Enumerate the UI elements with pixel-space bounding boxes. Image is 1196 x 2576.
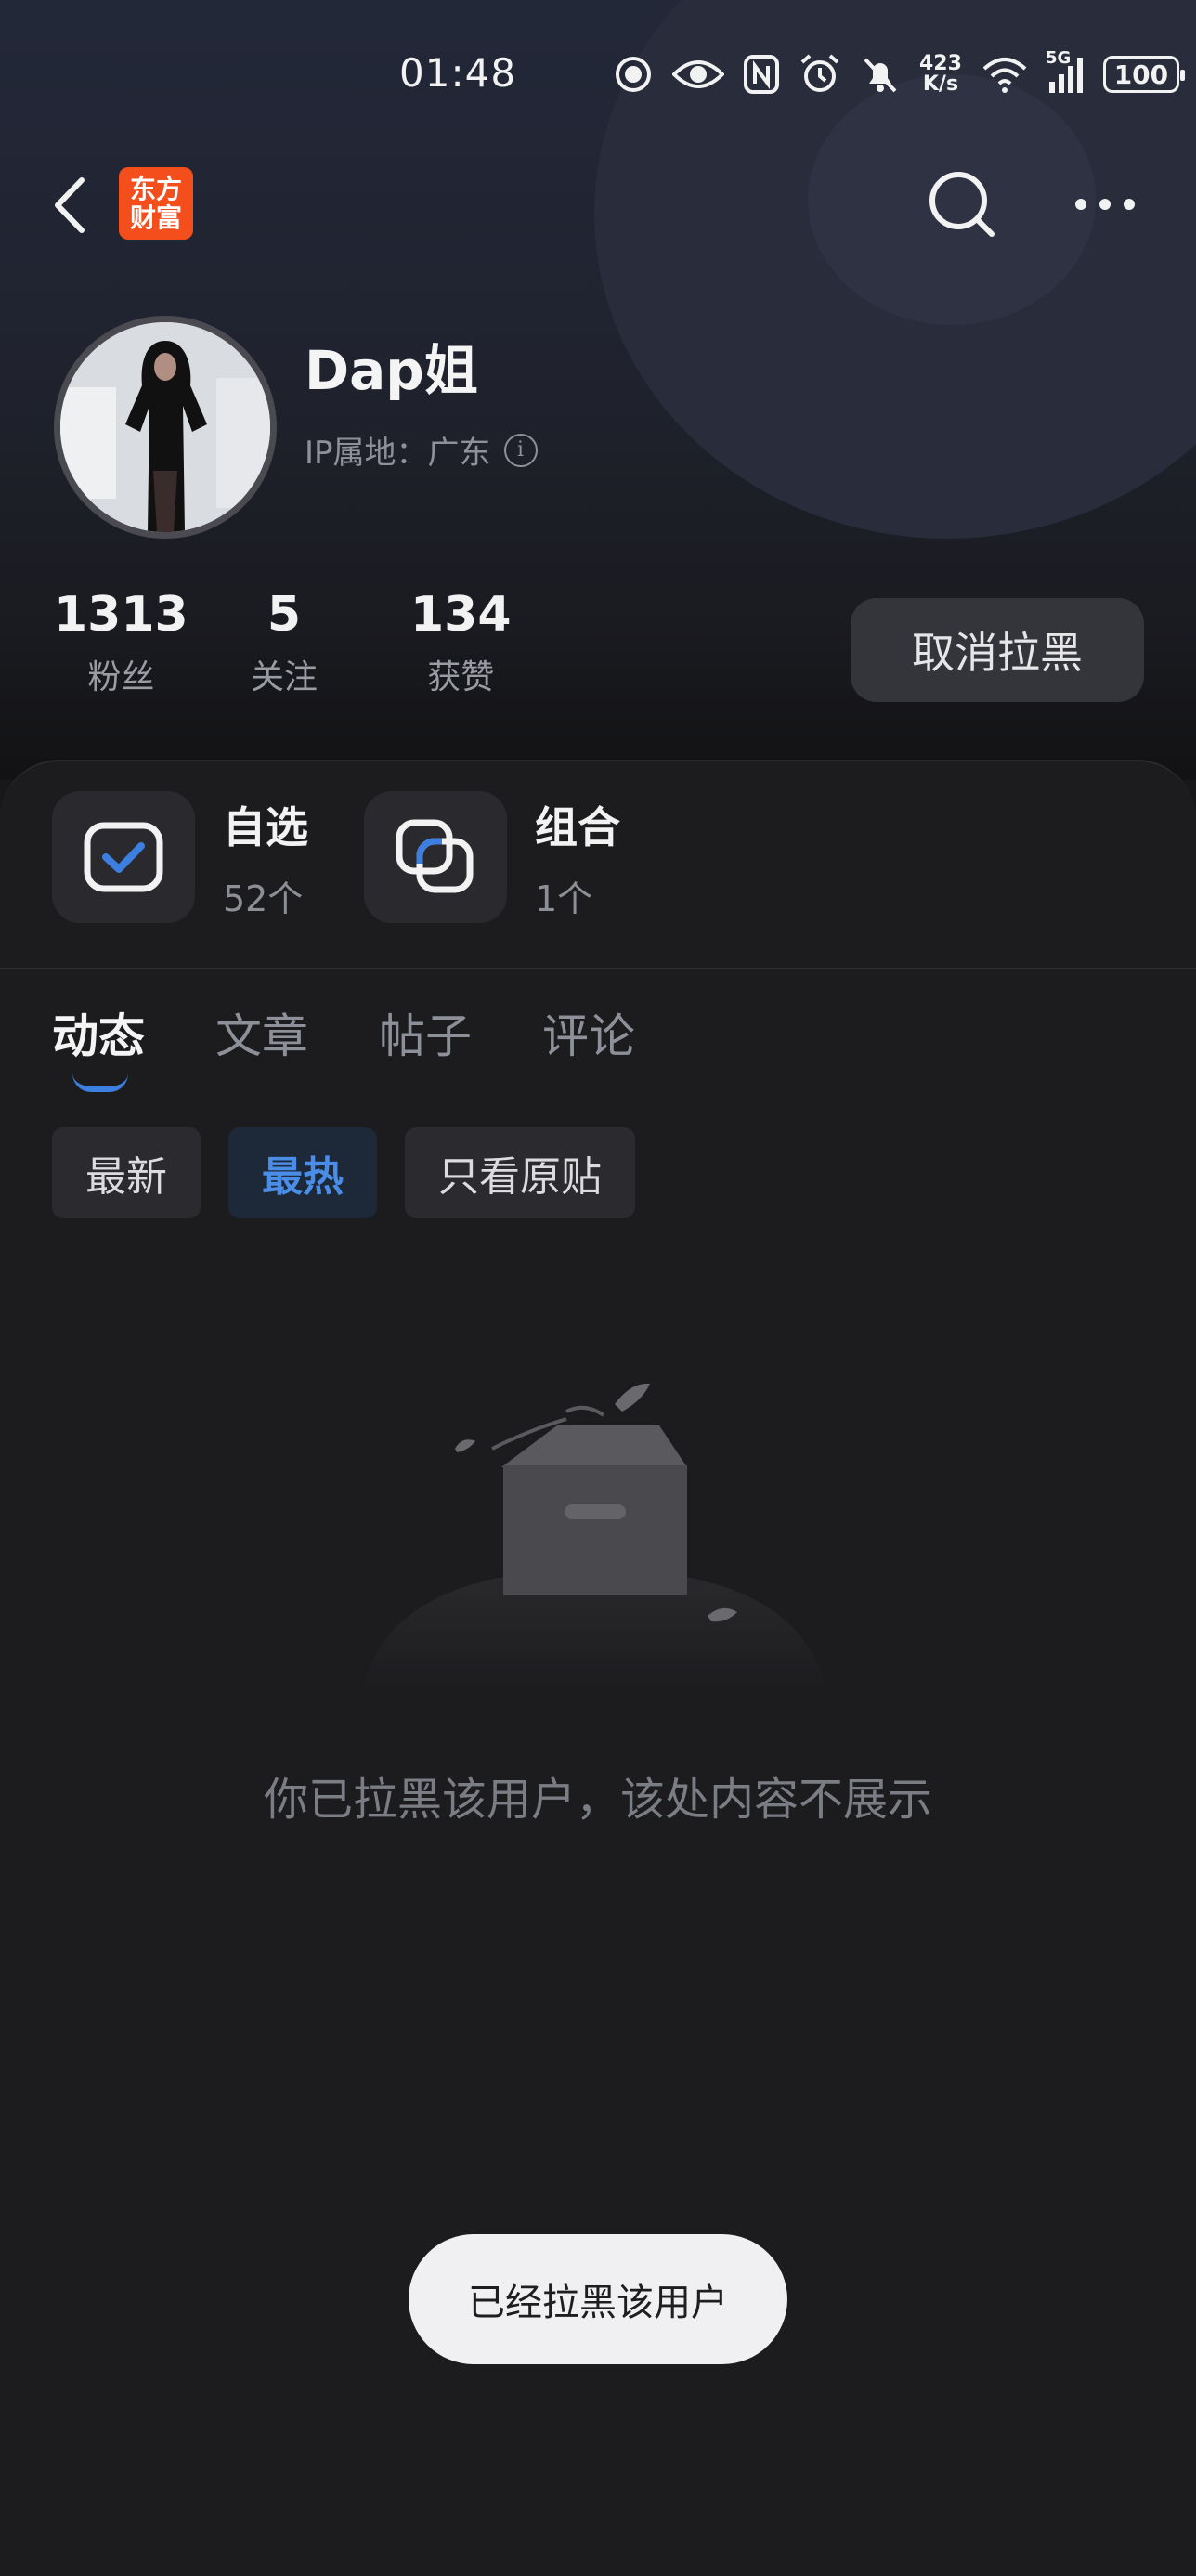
status-time: 01:48 xyxy=(399,50,517,96)
net-speed-value: 423 xyxy=(919,52,962,75)
portfolio-count: 1个 xyxy=(535,878,593,919)
app-logo-line2: 财富 xyxy=(129,202,182,233)
watchlist-card[interactable]: 自选 52个 xyxy=(52,791,308,923)
search-button[interactable] xyxy=(925,167,999,241)
app-logo[interactable]: 东方 财富 xyxy=(119,167,193,240)
filter-latest[interactable]: 最新 xyxy=(52,1127,201,1218)
stat-fans-label: 粉丝 xyxy=(87,658,155,696)
stat-fans-value: 1313 xyxy=(54,587,188,643)
filter-original-only[interactable]: 只看原贴 xyxy=(405,1127,635,1218)
signal-icon: 5G xyxy=(1046,48,1085,95)
watchlist-title: 自选 xyxy=(223,801,308,852)
ip-location: IP属地：广东 i xyxy=(305,427,538,473)
tab-posts[interactable]: 帖子 xyxy=(379,999,472,1066)
more-button[interactable] xyxy=(1068,186,1142,223)
wifi-icon xyxy=(981,54,1029,95)
stat-fans[interactable]: 1313 粉丝 xyxy=(54,587,188,698)
network-type: 5G xyxy=(1045,48,1072,68)
portfolio-card[interactable]: 组合 1个 xyxy=(364,791,620,923)
username: Dap姐 xyxy=(305,339,478,402)
info-icon[interactable]: i xyxy=(503,433,538,467)
nfc-icon xyxy=(743,54,780,95)
toast: 已经拉黑该用户 xyxy=(409,2234,787,2364)
search-icon xyxy=(930,172,994,237)
content-tabs: 动态 文章 帖子 评论 xyxy=(52,999,635,1092)
portfolio-title: 组合 xyxy=(535,801,620,852)
stat-likes-label: 获赞 xyxy=(427,658,495,696)
avatar[interactable] xyxy=(54,316,277,539)
stat-following[interactable]: 5 关注 xyxy=(251,587,318,698)
stat-likes[interactable]: 134 获赞 xyxy=(410,587,512,698)
more-dots-icon xyxy=(1075,199,1135,210)
stat-following-label: 关注 xyxy=(251,658,318,696)
filter-hottest[interactable]: 最热 xyxy=(228,1127,377,1218)
empty-box-illustration xyxy=(362,1384,826,1690)
data-saver-icon xyxy=(613,54,654,95)
chevron-left-icon xyxy=(55,177,84,233)
tab-articles[interactable]: 文章 xyxy=(215,999,308,1066)
status-icons: 423 K/s 5G 100 xyxy=(613,46,1185,102)
stat-likes-value: 134 xyxy=(410,587,512,643)
mute-bell-icon xyxy=(860,54,901,95)
tab-comments[interactable]: 评论 xyxy=(542,999,635,1066)
unblock-button[interactable]: 取消拉黑 xyxy=(851,598,1144,702)
alarm-icon xyxy=(799,53,841,96)
status-bar: 01:48 423 K/s 5G 100 xyxy=(0,0,1196,139)
ip-location-text: IP属地：广东 xyxy=(305,435,491,472)
eye-icon xyxy=(672,56,724,93)
back-button[interactable] xyxy=(48,173,95,238)
app-logo-line1: 东方 xyxy=(129,174,182,204)
portfolio-icon xyxy=(364,791,507,923)
stat-following-value: 5 xyxy=(266,587,302,643)
section-divider xyxy=(0,968,1196,969)
net-speed-unit: K/s xyxy=(922,72,959,96)
watchlist-icon xyxy=(52,791,195,923)
avatar-photo xyxy=(60,322,270,532)
tab-dynamics-label: 动态 xyxy=(52,1009,145,1063)
empty-message: 你已拉黑该用户，该处内容不展示 xyxy=(263,1774,932,1826)
net-speed: 423 K/s xyxy=(919,54,962,95)
filter-chips: 最新 最热 只看原贴 xyxy=(52,1127,635,1218)
tab-dynamics[interactable]: 动态 xyxy=(52,999,145,1092)
watchlist-count: 52个 xyxy=(223,878,304,919)
battery-icon: 100 xyxy=(1102,56,1185,93)
